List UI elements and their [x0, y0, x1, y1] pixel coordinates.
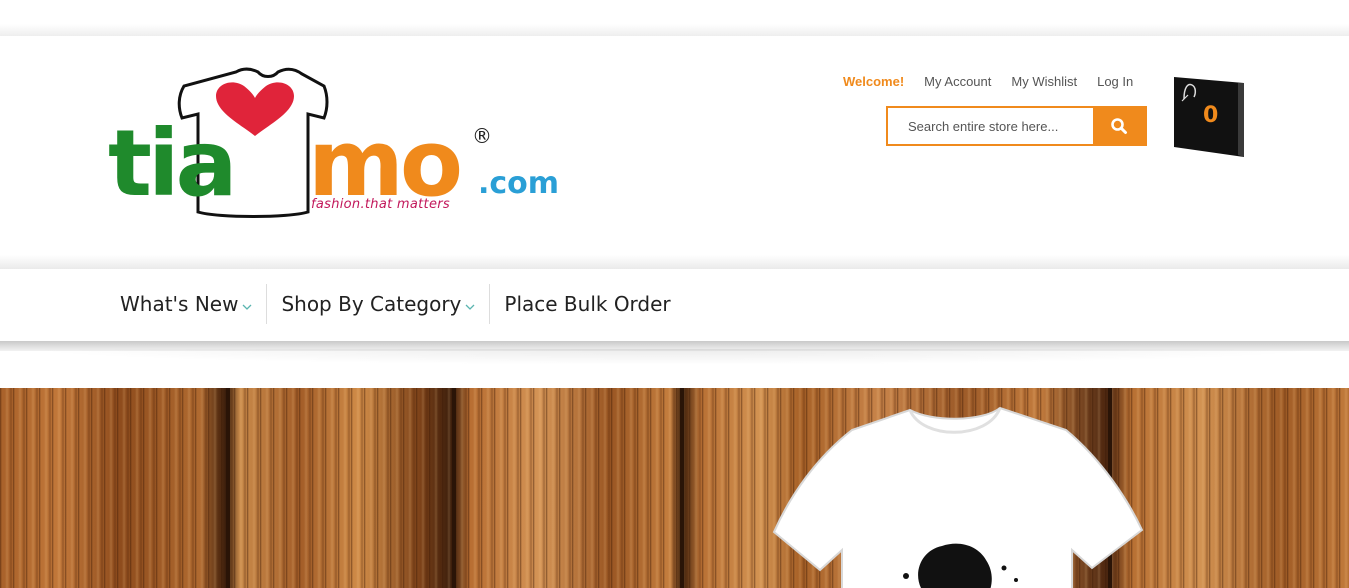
chevron-down-icon: [242, 304, 252, 310]
hero-banner[interactable]: [0, 388, 1349, 588]
top-strip: [0, 0, 1349, 36]
nav-item-place-bulk-order[interactable]: Place Bulk Order: [490, 284, 684, 324]
main-navigation: What's New Shop By Category Place Bulk O…: [0, 269, 1349, 341]
nav-item-label: Place Bulk Order: [504, 292, 671, 316]
cart-count: 0: [1203, 103, 1219, 128]
wood-plank-gap: [226, 388, 230, 588]
welcome-message: Welcome!: [843, 73, 905, 89]
cart-button[interactable]: 0: [1174, 75, 1246, 159]
chevron-down-icon: [465, 304, 475, 310]
log-in-link[interactable]: Log In: [1097, 74, 1133, 89]
search-form: [886, 106, 1147, 146]
logo-word-tia: tia: [108, 110, 238, 217]
nav-item-label: Shop By Category: [281, 292, 462, 316]
my-wishlist-link[interactable]: My Wishlist: [1011, 74, 1077, 89]
nav-item-shop-by-category[interactable]: Shop By Category: [267, 284, 489, 324]
wood-plank-gap: [452, 388, 456, 588]
site-logo[interactable]: tia mo ® .com fashion.that matters: [108, 66, 560, 222]
search-icon: [1111, 118, 1127, 134]
logo-domain: .com: [478, 166, 560, 201]
nav-item-whats-new[interactable]: What's New: [106, 284, 266, 324]
search-button[interactable]: [1093, 108, 1145, 144]
header-links: Welcome! My Account My Wishlist Log In: [843, 72, 1133, 90]
nav-drop-shadow: [20, 349, 1329, 365]
search-input[interactable]: [888, 108, 1093, 144]
nav-item-label: What's New: [120, 292, 239, 316]
wood-plank-gap: [680, 388, 684, 588]
logo-registered-mark: ®: [472, 124, 492, 148]
tshirt-product-image: [772, 406, 1144, 588]
logo-tagline: fashion.that matters: [311, 197, 450, 212]
my-account-link[interactable]: My Account: [924, 74, 991, 89]
header-divider: [0, 255, 1349, 269]
